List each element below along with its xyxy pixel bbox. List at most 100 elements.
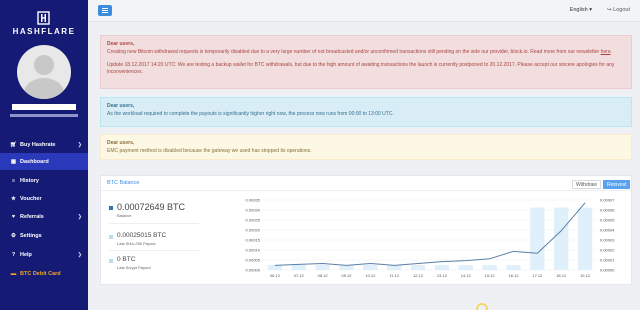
language-selector[interactable]: English ▾ <box>570 7 592 13</box>
loading-indicator <box>476 303 488 310</box>
sidebar-item-referrals[interactable]: ♥ Referrals ❯ <box>0 208 88 225</box>
chevron-right-icon: ❯ <box>77 141 82 148</box>
x-tick-label: 12.12 <box>413 273 424 278</box>
chart-bar <box>554 207 569 270</box>
y-right-tick-label: 0.00002 <box>600 248 615 253</box>
sidebar-item-history[interactable]: ≡ History <box>0 172 88 189</box>
hashflare-logo-icon <box>37 11 50 25</box>
alert-title: Dear users, <box>107 41 135 47</box>
sidebar-item-voucher[interactable]: ★ Voucher <box>0 190 88 207</box>
sidebar-item-settings[interactable]: ⚙ Settings <box>0 227 88 244</box>
question-icon: ? <box>11 251 16 258</box>
sidebar-item-label: Buy Hashrate <box>20 141 56 148</box>
y-left-tick-label: 0.00030 <box>246 208 261 213</box>
sidebar: HASHFLARE 🛒︎ Buy Hashrate ❯ ▦ Dashboard … <box>0 0 88 310</box>
language-label: English <box>569 7 588 13</box>
btc-balance-chart: 0.00000 0.00005 0.00010 0.00015 0.00020 0.000… <box>246 198 616 279</box>
chart-bar <box>363 265 378 270</box>
emc-alert: Dear users, EMC payment method is disabl… <box>100 134 632 160</box>
menu-toggle-button[interactable] <box>98 5 112 16</box>
sha256-payout-label: Last SHA-256 Payout <box>117 241 156 246</box>
x-tick-label: 08.12 <box>318 273 329 278</box>
sidebar-item-label: BTC Debit Card <box>20 270 61 277</box>
history-icon: ≡ <box>11 177 16 184</box>
scrypt-payout-label: Last Scrypt Payout <box>117 265 151 270</box>
y-right-tick-label: 0.00001 <box>600 258 615 263</box>
chevron-right-icon: ❯ <box>77 251 82 258</box>
y-left-tick-label: 0.00020 <box>246 228 261 233</box>
x-tick-label: 17.12 <box>532 273 543 278</box>
x-tick-label: 13.12 <box>437 273 448 278</box>
star-icon: ★ <box>11 195 16 202</box>
y-right-tick-label: 0.00007 <box>600 198 615 203</box>
alert-text: As the workload required to complete the… <box>107 111 394 117</box>
cart-icon: 🛒︎ <box>10 141 17 148</box>
y-right-tick-label: 0.00005 <box>600 218 615 223</box>
payout-alert: Dear users, As the workload required to … <box>100 97 632 127</box>
y-left-tick-label: 0.00015 <box>246 238 261 243</box>
x-tick-label: 16.12 <box>508 273 519 278</box>
y-right-tick-label: 0.00004 <box>600 228 615 233</box>
balance-value: 0.00072649 BTC <box>117 202 186 212</box>
x-tick-label: 19.12 <box>580 273 591 278</box>
x-tick-label: 14.12 <box>461 273 472 278</box>
legend-swatch <box>109 259 113 263</box>
withdrawal-alert: Dear users, Creating new Bitcoin withdra… <box>100 35 632 89</box>
topbar: English ▾ ↪ Logout <box>88 0 640 22</box>
sidebar-item-label: Help <box>20 251 32 258</box>
chart-bar <box>506 265 521 270</box>
alert-text: Creating new Bitcoin withdrawal requests… <box>107 49 612 55</box>
newsletter-link[interactable]: here <box>601 49 611 55</box>
sidebar-item-btc-debit-card[interactable]: ▬ BTC Debit Card <box>0 265 88 282</box>
x-tick-label: 18.12 <box>556 273 567 278</box>
scrypt-payout-value: 0 BTC <box>117 256 136 263</box>
sidebar-item-label: Dashboard <box>20 158 49 165</box>
withdraw-button[interactable]: Withdraw <box>572 180 601 189</box>
alert-title: Dear users, <box>107 103 135 109</box>
balance-label: Balance <box>117 213 132 218</box>
sidebar-item-help[interactable]: ? Help ❯ <box>0 246 88 263</box>
sidebar-item-label: History <box>20 177 39 184</box>
gear-icon: ⚙ <box>11 232 16 239</box>
logout-link[interactable]: ↪ Logout <box>607 7 630 13</box>
sidebar-item-label: Referrals <box>20 213 44 220</box>
x-tick-label: 07.12 <box>294 273 305 278</box>
card-title: BTC Balance <box>107 180 140 186</box>
alert-text: EMC payment method is disabled because t… <box>107 148 312 154</box>
avatar <box>17 45 71 99</box>
brand-name: HASHFLARE <box>12 27 76 36</box>
chart-bar <box>315 265 330 270</box>
chevron-right-icon: ❯ <box>77 213 82 220</box>
chart-bar <box>410 265 426 270</box>
y-right-tick-label: 0.00003 <box>600 238 615 243</box>
chart-bar <box>291 265 306 270</box>
y-left-tick-label: 0.00000 <box>246 268 261 273</box>
btc-balance-card: BTC Balance Withdraw Reinvest 0.00072649… <box>100 175 632 285</box>
logout-label: Logout <box>613 7 630 13</box>
sidebar-item-label: Settings <box>20 232 42 239</box>
dashboard-icon: ▦ <box>10 158 17 165</box>
reinvest-button[interactable]: Reinvest <box>603 180 631 189</box>
y-left-tick-label: 0.00010 <box>246 248 261 253</box>
username-redacted <box>12 104 76 110</box>
sidebar-item-dashboard[interactable]: ▦ Dashboard <box>0 153 88 170</box>
chart-bar <box>267 265 283 270</box>
sidebar-item-label: Voucher <box>20 195 42 202</box>
x-tick-label: 15.12 <box>485 273 496 278</box>
x-tick-label: 11.12 <box>389 273 399 278</box>
card-divider <box>101 190 631 191</box>
alert-title: Dear users, <box>107 140 135 146</box>
card-icon: ▬ <box>10 270 17 277</box>
email-redacted <box>10 114 78 117</box>
referrals-icon: ♥ <box>11 213 16 220</box>
sidebar-item-buy-hashrate[interactable]: 🛒︎ Buy Hashrate ❯ <box>0 136 88 153</box>
chart-bar <box>530 207 545 270</box>
chart-bar <box>458 265 473 270</box>
y-left-tick-label: 0.00005 <box>246 258 261 263</box>
y-left-tick-label: 0.00035 <box>246 198 261 203</box>
x-tick-label: 06.12 <box>270 273 281 278</box>
chart-bar <box>434 265 450 270</box>
sha256-payout-value: 0.00025015 BTC <box>117 232 167 239</box>
y-right-tick-label: 0.00000 <box>600 268 615 273</box>
alert-update-text: Update 18.12.2017 14:20 UTC: We are test… <box>107 62 615 75</box>
